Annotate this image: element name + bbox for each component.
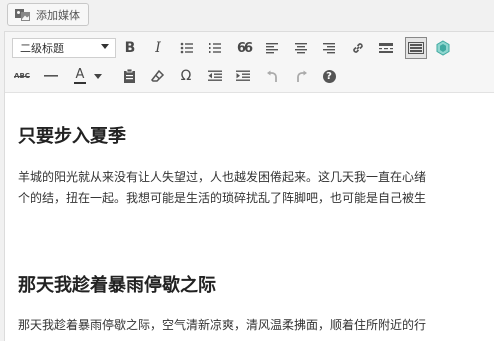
- paste-text-button[interactable]: [118, 65, 140, 87]
- chevron-down-icon: [101, 44, 109, 49]
- horizontal-line-icon: [44, 75, 58, 77]
- text-color-bar: [74, 82, 86, 84]
- help-button[interactable]: ?: [318, 65, 340, 87]
- text-color-dropdown[interactable]: [91, 65, 105, 87]
- bold-button[interactable]: B: [119, 37, 141, 59]
- text-color-icon: A: [75, 67, 85, 82]
- toolbar-toggle-button[interactable]: [405, 37, 427, 59]
- clear-formatting-icon: [151, 69, 165, 82]
- redo-icon: [296, 70, 307, 82]
- numbered-list-icon: [209, 43, 221, 53]
- indent-button[interactable]: [232, 65, 254, 87]
- plugin-icon: [436, 40, 450, 56]
- paste-text-icon: [123, 69, 135, 83]
- editor-toolbar: 二级标题 B I 66 ABC A Ω ?: [5, 32, 494, 93]
- read-more-icon: [379, 43, 393, 53]
- bulleted-list-icon: [180, 42, 193, 54]
- redo-button[interactable]: [290, 65, 312, 87]
- bold-icon: B: [124, 40, 136, 56]
- add-media-label: 添加媒体: [36, 8, 80, 22]
- format-select-value: 二级标题: [20, 42, 64, 55]
- read-more-button[interactable]: [375, 37, 397, 59]
- blockquote-button[interactable]: 66: [233, 37, 255, 59]
- undo-icon: [266, 70, 277, 82]
- omega-icon: Ω: [180, 68, 192, 84]
- strikethrough-icon: ABC: [14, 72, 30, 80]
- heading-2: 那天我趁着暴雨停歇之际: [18, 275, 216, 296]
- italic-button[interactable]: I: [147, 37, 169, 59]
- link-button[interactable]: [347, 37, 369, 59]
- paragraph-2-line-1: 那天我趁着暴雨停歇之际，空气清新凉爽，清风温柔拂面，顺着住所附近的行: [18, 318, 427, 332]
- align-left-icon: [265, 43, 278, 54]
- special-character-button[interactable]: Ω: [175, 65, 197, 87]
- clear-formatting-button[interactable]: [147, 65, 169, 87]
- blockquote-icon: 66: [236, 40, 253, 56]
- indent-icon: [236, 70, 250, 81]
- align-right-icon: [322, 43, 335, 54]
- italic-icon: I: [155, 40, 161, 56]
- paragraph-1-line-1: 羊城的阳光就从来没有让人失望过，人也越发困倦起来。这几天我一直在心绪: [18, 170, 427, 184]
- heading-1: 只要步入夏季: [18, 126, 126, 147]
- bulleted-list-button[interactable]: [176, 37, 198, 59]
- align-center-button[interactable]: [290, 37, 312, 59]
- outdent-button[interactable]: [204, 65, 226, 87]
- paragraph-1-line-2: 个的结，扭在一起。我想可能是生活的琐碎扰乱了阵脚吧，也可能是自己被生: [18, 191, 427, 205]
- text-color-button[interactable]: A: [69, 65, 91, 87]
- undo-button[interactable]: [261, 65, 283, 87]
- link-icon: [353, 43, 363, 53]
- align-right-button[interactable]: [318, 37, 340, 59]
- horizontal-line-button[interactable]: [40, 65, 62, 87]
- strikethrough-button[interactable]: ABC: [11, 65, 33, 87]
- align-center-icon: [294, 43, 307, 54]
- outdent-icon: [208, 70, 222, 81]
- chevron-down-icon: [94, 73, 102, 79]
- editor-frame: 二级标题 B I 66 ABC A Ω ? 只要步入夏季 羊城的阳光就从来没有让…: [4, 31, 494, 341]
- format-select[interactable]: 二级标题: [12, 38, 116, 58]
- align-left-button[interactable]: [261, 37, 283, 59]
- add-media-icon: [14, 7, 31, 22]
- toolbar-toggle-icon: [408, 42, 424, 54]
- numbered-list-button[interactable]: [204, 37, 226, 59]
- help-icon: ?: [322, 69, 336, 83]
- add-media-button[interactable]: 添加媒体: [7, 3, 89, 26]
- plugin-button[interactable]: [432, 37, 454, 59]
- editor-screen: 添加媒体 二级标题 B I 66 ABC A Ω ? 只要步入夏季 羊城的阳光就…: [0, 0, 494, 341]
